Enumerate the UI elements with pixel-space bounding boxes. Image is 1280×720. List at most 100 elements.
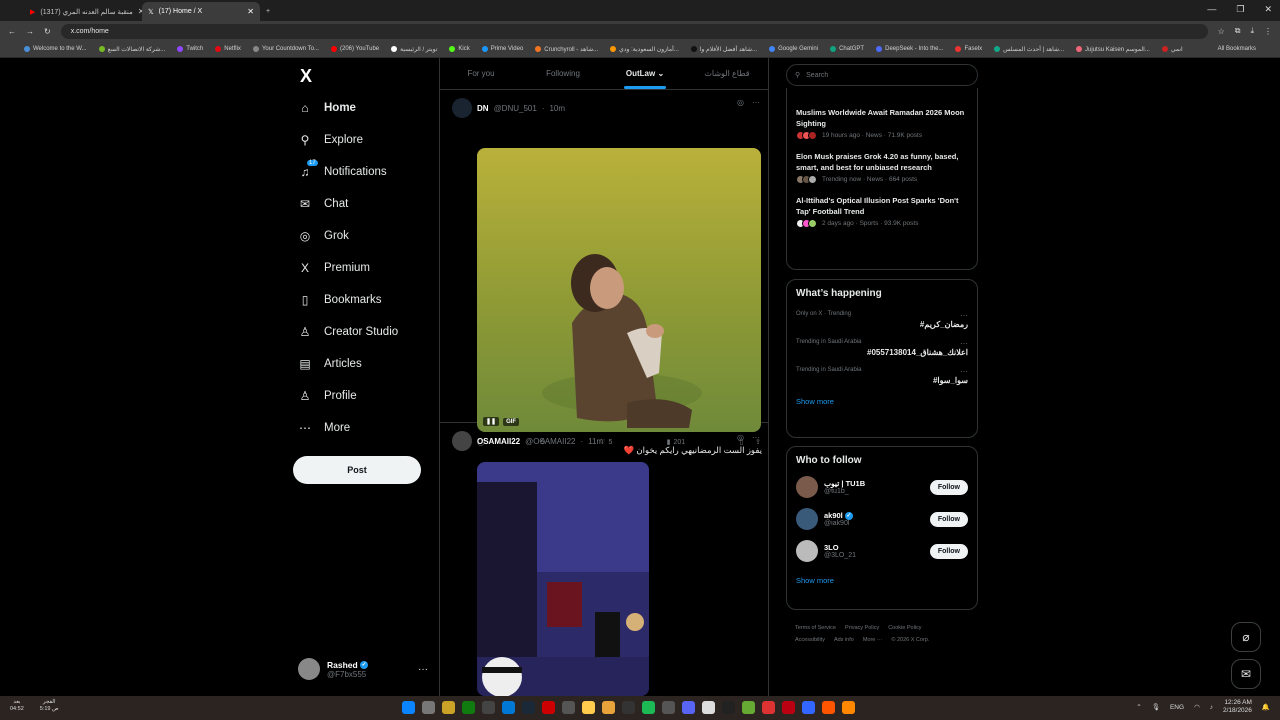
app-icon[interactable]	[442, 701, 455, 714]
bookmark-item[interactable]: أمازون السعودية: ودي...	[610, 46, 679, 53]
bookmark-item[interactable]: DeepSeek - Into the...	[876, 46, 943, 52]
bookmark-item[interactable]: ChatGPT	[830, 46, 864, 52]
minimize-icon[interactable]: —	[1207, 4, 1216, 15]
footer-link[interactable]: More ···	[863, 637, 883, 643]
bookmark-item[interactable]: Google Gemini	[769, 46, 818, 52]
account-more-icon[interactable]: ···	[418, 664, 428, 675]
bookmark-item[interactable]: Faselx	[955, 46, 982, 52]
account-switcher[interactable]: Rashed ✓ @F7bx555	[298, 658, 369, 680]
footer-link[interactable]: Terms of Service	[795, 625, 836, 631]
show-more-link[interactable]: Show more	[796, 576, 968, 585]
post-button[interactable]: Post	[293, 456, 421, 484]
url-field[interactable]: x.com/home	[60, 23, 1208, 39]
sidebar-item-profile[interactable]: ♙ Profile	[298, 389, 357, 403]
bookmark-item[interactable]: Twitch	[177, 46, 203, 52]
bookmark-item[interactable]: Jujutsu Kaisen الموسم...	[1076, 46, 1150, 53]
brave-icon[interactable]	[822, 701, 835, 714]
back-icon[interactable]: ←	[8, 27, 16, 36]
bookmark-item[interactable]: تويتر / الرئيسية	[391, 46, 437, 53]
news-item[interactable]: Elon Musk praises Grok 4.20 as funny, ba…	[796, 152, 968, 184]
star-icon[interactable]: ☆	[1218, 27, 1225, 36]
sidebar-item-home[interactable]: ⌂ Home	[298, 101, 356, 115]
follow-suggestion[interactable]: تيوب | TU1B @tu1b_ Follow	[796, 476, 968, 498]
bookmark-item[interactable]: شركة الاتصالات السع...	[98, 46, 165, 53]
news-item[interactable]: Muslims Worldwide Await Ramadan 2026 Moo…	[796, 108, 968, 140]
sidebar-item-chat[interactable]: ✉ Chat	[298, 197, 348, 211]
avatar[interactable]	[796, 476, 818, 498]
search-input[interactable]: ⚲ Search	[786, 64, 978, 86]
follow-button[interactable]: Follow	[929, 543, 968, 559]
avatar[interactable]	[796, 540, 818, 562]
sidebar-item-explore[interactable]: ⚲ Explore	[298, 133, 363, 147]
volume-icon[interactable]: ♪	[1210, 704, 1213, 711]
tweet-author-handle[interactable]: @OSAMAII22	[525, 437, 575, 446]
close-tab-icon[interactable]: ✕	[247, 7, 254, 16]
bookmark-item[interactable]: (206) YouTube	[330, 46, 379, 52]
sidebar-item-premium[interactable]: X Premium	[298, 261, 370, 275]
folder-icon[interactable]	[582, 701, 595, 714]
bookmark-item[interactable]: Your Countdown To...	[252, 46, 319, 52]
notification-bell-icon[interactable]: 🔔	[1262, 703, 1270, 711]
app-icon[interactable]	[842, 701, 855, 714]
follow-suggestion[interactable]: 3LO @3LO_21 Follow	[796, 540, 968, 562]
trend-item[interactable]: Trending in Saudi Arabia #اعلانك_هشناق_05…	[796, 339, 968, 357]
sidebar-item-grok[interactable]: ◎ Grok	[298, 229, 349, 243]
sidebar-item-notifications[interactable]: ♫ Notifications 17	[298, 160, 387, 179]
grok-icon[interactable]: ⌀	[1231, 622, 1261, 652]
download-icon[interactable]: ⤓	[1250, 26, 1254, 36]
bookmark-item[interactable]: Crunchyroll - شاهد...	[535, 46, 598, 53]
new-tab-button[interactable]: +	[260, 2, 280, 21]
app-icon[interactable]	[762, 701, 775, 714]
app-icon[interactable]	[562, 701, 575, 714]
follow-button[interactable]: Follow	[929, 511, 968, 527]
chrome-icon[interactable]	[702, 701, 715, 714]
follow-button[interactable]: Follow	[929, 479, 968, 495]
bookmark-item[interactable]: شاهد أفضل الأفلام وا...	[690, 46, 757, 53]
mail-icon[interactable]: ✉	[1231, 659, 1261, 689]
app-icon[interactable]	[602, 701, 615, 714]
follow-suggestion[interactable]: ak90l ✓ @iak90l Follow	[796, 508, 968, 530]
bookmark-item[interactable]: Prime Video	[481, 46, 523, 52]
app-icon[interactable]	[542, 701, 555, 714]
browser-tab-x-home[interactable]: 𝕏 (17) Home / X ✕	[142, 2, 260, 21]
reload-icon[interactable]: ↻	[44, 27, 51, 36]
footer-link[interactable]: Cookie Policy	[888, 625, 921, 631]
microphone-icon[interactable]: 🎙	[1152, 703, 1160, 711]
bookmark-item[interactable]: Kick	[449, 46, 470, 52]
browser-tab-youtube[interactable]: ▶ (1317) منقبة سالم العدنه المري ✕	[24, 2, 142, 21]
app-icon[interactable]	[722, 701, 735, 714]
app-icon[interactable]	[742, 701, 755, 714]
bookmark-item[interactable]: انمي	[1161, 46, 1183, 53]
tweet-time[interactable]: 11m	[588, 437, 603, 446]
footer-link[interactable]: © 2026 X Corp.	[891, 637, 929, 643]
app-icon[interactable]	[802, 701, 815, 714]
more-icon[interactable]: ···	[960, 339, 968, 348]
avatar[interactable]	[452, 431, 472, 451]
tweet-author-name[interactable]: OSAMAII22	[477, 437, 520, 446]
footer-link[interactable]: Privacy Policy	[845, 625, 879, 631]
avatar[interactable]	[796, 508, 818, 530]
epic-icon[interactable]	[482, 701, 495, 714]
language-indicator[interactable]: ENG	[1170, 704, 1184, 711]
discord-icon[interactable]	[682, 701, 695, 714]
start-icon[interactable]	[402, 701, 415, 714]
sidebar-item-articles[interactable]: ▤ Articles	[298, 357, 361, 371]
more-icon[interactable]: ···	[960, 311, 968, 320]
sidebar-item-creator-studio[interactable]: ♙ Creator Studio	[298, 325, 399, 339]
search-icon[interactable]	[422, 701, 435, 714]
bookmark-item[interactable]: Welcome to the W...	[24, 46, 87, 52]
close-window-icon[interactable]: ✕	[1264, 4, 1272, 15]
restore-icon[interactable]: ❐	[1236, 4, 1244, 15]
clock[interactable]: 12:26 AM 2/18/2026	[1223, 699, 1252, 716]
all-bookmarks[interactable]: All Bookmarks	[1218, 46, 1256, 52]
sidebar-item-more[interactable]: ⋯ More	[298, 421, 350, 435]
trend-item[interactable]: Trending in Saudi Arabia #سوا_سوا ···	[796, 367, 968, 385]
bookmark-item[interactable]: شاهد | أحدث المسلس...	[994, 46, 1064, 53]
spotify-icon[interactable]	[642, 701, 655, 714]
app-icon[interactable]	[782, 701, 795, 714]
menu-icon[interactable]: ⋮	[1264, 27, 1272, 36]
steam-icon[interactable]	[522, 701, 535, 714]
footer-link[interactable]: Ads info	[834, 637, 854, 643]
trend-item[interactable]: Only on X · Trending #رمضان_كريم ···	[796, 311, 968, 329]
app-icon[interactable]	[662, 701, 675, 714]
